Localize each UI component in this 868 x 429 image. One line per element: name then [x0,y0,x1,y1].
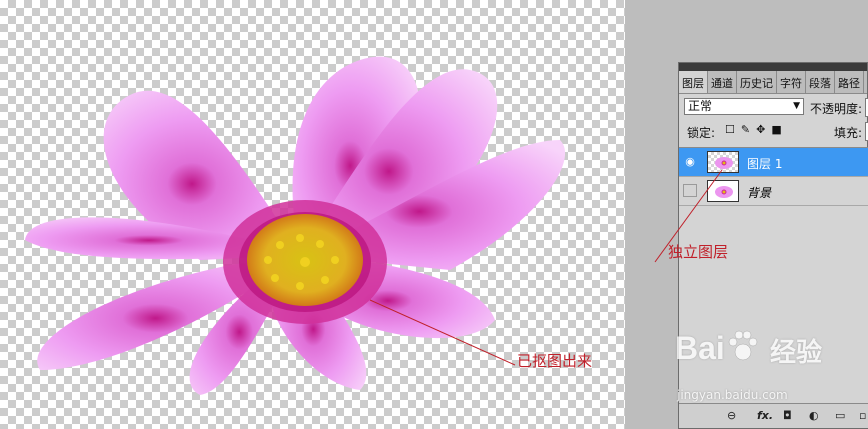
lock-brush-icon[interactable]: ✎ [741,123,756,136]
annotation-independent-layer: 独立图层 [668,243,729,261]
layer-thumbnail [707,180,739,202]
tab-paragraph[interactable]: 段落 [806,71,835,93]
watermark-brand-cn: 经验 [770,338,823,368]
lock-move-icon[interactable]: ✥ [756,123,771,136]
new-layer-icon[interactable]: ▫ [859,409,866,422]
paw-icon [728,330,758,361]
flower-thumb-icon [714,183,734,200]
tab-paths[interactable]: 路径 [835,71,864,93]
lock-transparency-icon[interactable]: ☐ [725,123,741,136]
layer-row-1[interactable]: ◉ 图层 1 [679,148,868,177]
lock-label: 锁定: [687,126,716,140]
layer-name: 背景 [747,186,772,200]
watermark-url: jingyan.baidu.com [677,388,788,402]
lock-all-icon[interactable]: ■ [771,123,787,136]
tab-layers[interactable]: 图层 [679,71,708,93]
blend-mode-value: 正常 [688,99,713,113]
fill-label: 填充: [834,126,863,140]
annotation-flower-extracted: 已抠图出来 [517,352,593,370]
tab-character[interactable]: 字符 [777,71,806,93]
watermark-brand: Bai [675,330,725,366]
layer-row-background[interactable]: 背景 [679,177,868,206]
blend-mode-select[interactable]: 正常 ▼ [684,98,804,115]
opacity-label: 不透明度: [810,102,863,116]
flower-image [25,56,566,395]
layer-name: 图层 1 [747,157,783,171]
tab-history[interactable]: 历史记 [737,71,777,93]
panel-tabs: 图层 通道 历史记 字符 段落 路径 [679,71,867,94]
panel-title-bar[interactable] [679,63,867,71]
watermark: Bai 经验 jingyan.baidu.com [675,330,855,420]
layer-thumbnail [707,151,739,173]
eye-hidden-icon[interactable] [683,184,697,197]
lock-row: 锁定: ☐✎✥■ 填充: [679,118,868,142]
flower-thumb-icon [715,157,733,169]
tab-channels[interactable]: 通道 [708,71,737,93]
blend-row: 正常 ▼ 不透明度: [679,94,868,118]
chevron-down-icon: ▼ [793,101,800,111]
lock-icons: ☐✎✥■ [725,123,788,136]
eye-icon[interactable]: ◉ [683,155,697,168]
